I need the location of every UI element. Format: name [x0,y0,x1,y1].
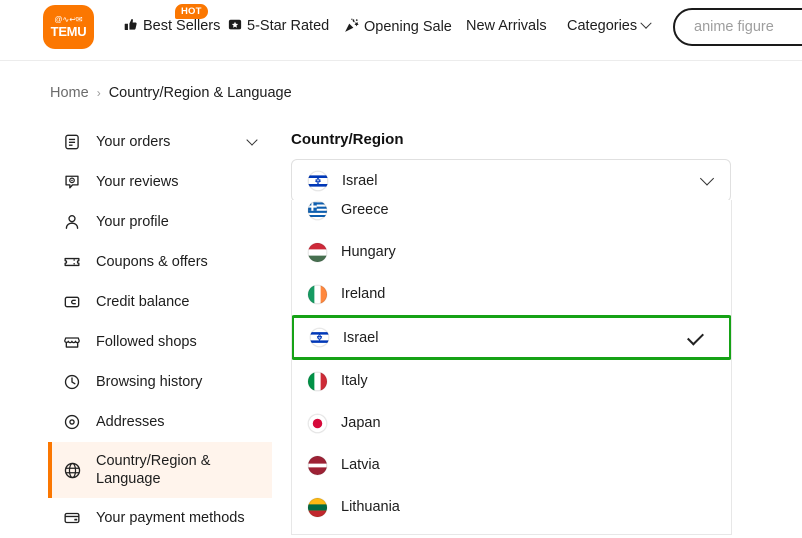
breadcrumb-home[interactable]: Home [50,85,89,101]
sidebar-item-country-region-language[interactable]: Country/Region & Language [48,442,272,498]
nav-label-5-star-rated: 5-Star Rated [247,18,330,34]
check-icon [687,328,704,346]
dropdown-option-ireland[interactable]: Ireland [292,273,731,315]
review-bubble-icon [62,172,82,192]
sidebar-label-your-payment-methods: Your payment methods [96,509,245,526]
nav-label-categories: Categories [567,18,638,34]
sidebar-label-your-orders: Your orders [96,133,171,150]
person-icon [62,212,82,232]
dropdown-label-ireland: Ireland [341,286,386,302]
nav-label-best-sellers: Best Sellers [143,18,221,34]
dropdown-scroll-area[interactable]: Greece Hungary Ireland Israel Italy Japa… [292,200,731,528]
dropdown-label-japan: Japan [341,415,381,431]
nav-item-categories[interactable]: Categories [567,17,652,34]
sidebar-label-coupons-offers: Coupons & offers [96,253,208,270]
dropdown-option-lithuania[interactable]: Lithuania [292,486,731,528]
country-select-value: Israel [342,172,378,189]
sidebar-label-addresses: Addresses [96,413,165,430]
wallet-icon [62,292,82,312]
country-region-panel: Country/Region Israel [291,131,731,202]
dropdown-option-israel[interactable]: Israel [292,315,731,360]
nav-label-new-arrivals: New Arrivals [466,18,547,34]
logo-glyph-row: @∿↩✉ [54,15,83,24]
thumbs-up-icon [124,18,138,34]
panel-title: Country/Region [291,131,404,148]
party-popper-icon [344,18,359,35]
sidebar-item-credit-balance[interactable]: Credit balance [48,282,272,322]
account-sidebar: Your orders Your reviews Your profile Co… [48,122,272,538]
country-dropdown-list[interactable]: Greece Hungary Ireland Israel Italy Japa… [291,200,732,535]
dropdown-option-latvia[interactable]: Latvia [292,444,731,486]
chevron-down-icon[interactable] [699,170,715,186]
clock-icon [62,372,82,392]
dropdown-label-israel: Israel [343,329,379,346]
flag-ireland-icon [308,284,327,304]
sidebar-label-your-profile: Your profile [96,213,169,230]
breadcrumb-current: Country/Region & Language [108,85,292,101]
sidebar-item-your-orders[interactable]: Your orders [48,122,272,162]
flag-latvia-icon [308,455,327,475]
storefront-icon [62,332,82,352]
logo-wordmark: TEMU [50,24,87,39]
dropdown-label-hungary: Hungary [341,244,396,260]
flag-italy-icon [308,371,327,391]
nav-item-opening-sale[interactable]: Opening Sale [344,18,452,35]
orders-icon [62,132,82,152]
dropdown-label-italy: Italy [341,373,368,389]
location-pin-icon [62,412,82,432]
search-input[interactable] [694,19,802,35]
sidebar-item-coupons-offers[interactable]: Coupons & offers [48,242,272,282]
globe-icon [62,460,82,480]
ticket-icon [62,252,82,272]
sidebar-item-your-profile[interactable]: Your profile [48,202,272,242]
nav-item-5-star-rated[interactable]: 5-Star Rated [228,18,329,34]
search-box[interactable] [673,8,802,46]
sidebar-item-followed-shops[interactable]: Followed shops [48,322,272,362]
breadcrumb-separator: › [96,86,101,100]
dropdown-option-hungary[interactable]: Hungary [292,231,731,273]
flag-israel-icon [310,328,329,347]
chevron-down-icon[interactable] [246,134,258,146]
flag-japan-icon [308,413,327,433]
flag-greece-icon [308,200,327,220]
dropdown-option-greece[interactable]: Greece [292,200,731,231]
sidebar-label-credit-balance: Credit balance [96,293,190,310]
dropdown-label-greece: Greece [341,202,389,218]
sidebar-label-browsing-history: Browsing history [96,373,203,390]
dropdown-option-italy[interactable]: Italy [292,360,731,402]
nav-item-new-arrivals[interactable]: New Arrivals [466,18,547,34]
sidebar-item-your-reviews[interactable]: Your reviews [48,162,272,202]
breadcrumb: Home › Country/Region & Language [50,85,292,101]
sidebar-label-country-region-language: Country/Region & Language [96,452,211,487]
dropdown-label-lithuania: Lithuania [341,499,400,515]
dropdown-option-japan[interactable]: Japan [292,402,731,444]
sidebar-label-followed-shops: Followed shops [96,333,197,350]
flag-lithuania-icon [308,497,327,517]
sidebar-item-addresses[interactable]: Addresses [48,402,272,442]
nav-label-opening-sale: Opening Sale [364,18,452,35]
temu-logo[interactable]: @∿↩✉ TEMU [43,5,94,49]
country-select[interactable]: Israel [291,159,731,202]
flag-hungary-icon [308,242,327,262]
star-badge-icon [228,18,242,34]
nav-item-best-sellers[interactable]: Best Sellers [124,18,220,34]
sidebar-item-browsing-history[interactable]: Browsing history [48,362,272,402]
credit-card-icon [62,508,82,528]
chevron-down-icon [640,17,652,29]
flag-israel-icon [308,170,328,191]
dropdown-label-latvia: Latvia [341,457,380,473]
sidebar-item-your-payment-methods[interactable]: Your payment methods [48,498,272,538]
sidebar-label-your-reviews: Your reviews [96,173,179,190]
hot-badge: HOT [175,4,208,19]
site-header: @∿↩✉ TEMU Best Sellers HOT 5-Star Rated … [0,0,802,61]
